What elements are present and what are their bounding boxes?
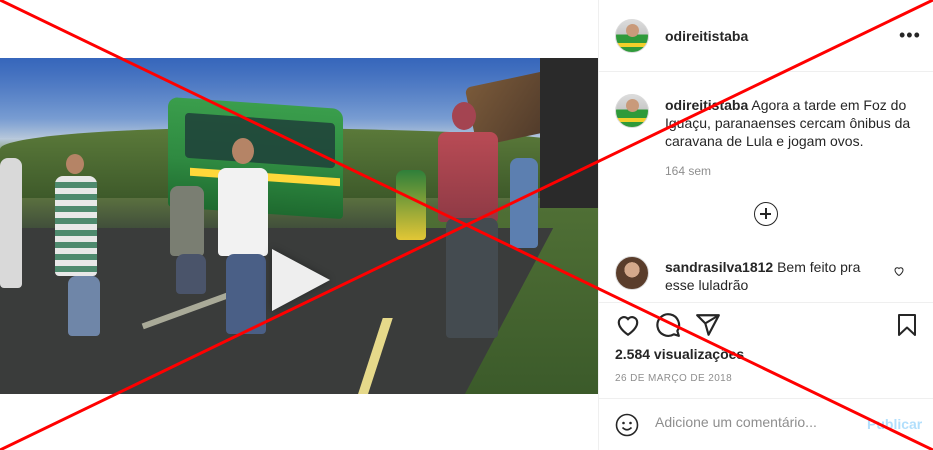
comment-username[interactable]: sandrasilva1812 [665,259,773,275]
paper-plane-icon[interactable] [695,312,721,338]
add-comment-form: Publicar [599,398,933,450]
post-author-username[interactable]: odireitistaba [665,28,748,44]
video-frame-person [396,170,426,240]
video-frame-person [226,254,266,334]
comment-like-icon[interactable] [893,265,905,277]
comment-input[interactable] [655,414,855,430]
publish-button[interactable]: Publicar [867,416,922,432]
video-frame-person [218,168,268,256]
avatar[interactable] [615,19,649,53]
more-options-icon[interactable]: ••• [899,26,921,44]
video-frame-person [170,186,204,256]
post-date[interactable]: 26 DE MARÇO DE 2018 [615,373,732,384]
video-frame-person-head [452,102,476,130]
video-frame-truck [540,58,598,208]
post-video[interactable] [0,58,598,394]
bookmark-icon[interactable] [895,312,919,338]
post-timestamp[interactable]: 164 sem [665,164,711,178]
heart-icon[interactable] [615,312,641,338]
media-pane [0,0,598,450]
caption-avatar[interactable] [615,94,649,128]
video-frame-person [510,158,538,248]
post-details-pane: odireitistaba ••• odireitistaba Agora a … [598,0,933,450]
video-frame-person [55,176,97,276]
caption-username[interactable]: odireitistaba [665,97,748,113]
post-header: odireitistaba ••• [599,0,933,72]
video-frame-person [0,158,22,288]
video-frame-person-head [232,138,254,164]
plus-circle-icon[interactable] [754,202,778,226]
video-frame-person [438,132,498,222]
video-frame-person-head [66,154,84,174]
video-frame-person [446,218,498,338]
caption-text: odireitistaba Agora a tarde em Foz do Ig… [665,96,917,150]
commenter-avatar[interactable] [615,256,649,290]
comment-text: sandrasilva1812 Bem feito pra esse lulad… [665,258,885,294]
video-frame-person [68,276,100,336]
view-count[interactable]: 2.584 visualizações [615,346,744,362]
action-bar [599,302,933,348]
smiley-icon[interactable] [615,413,639,437]
comment-item: sandrasilva1812 Bem feito pra esse lulad… [615,256,920,296]
video-frame-person [176,254,206,294]
comment-bubble-icon[interactable] [655,312,681,338]
play-icon[interactable] [272,249,330,311]
